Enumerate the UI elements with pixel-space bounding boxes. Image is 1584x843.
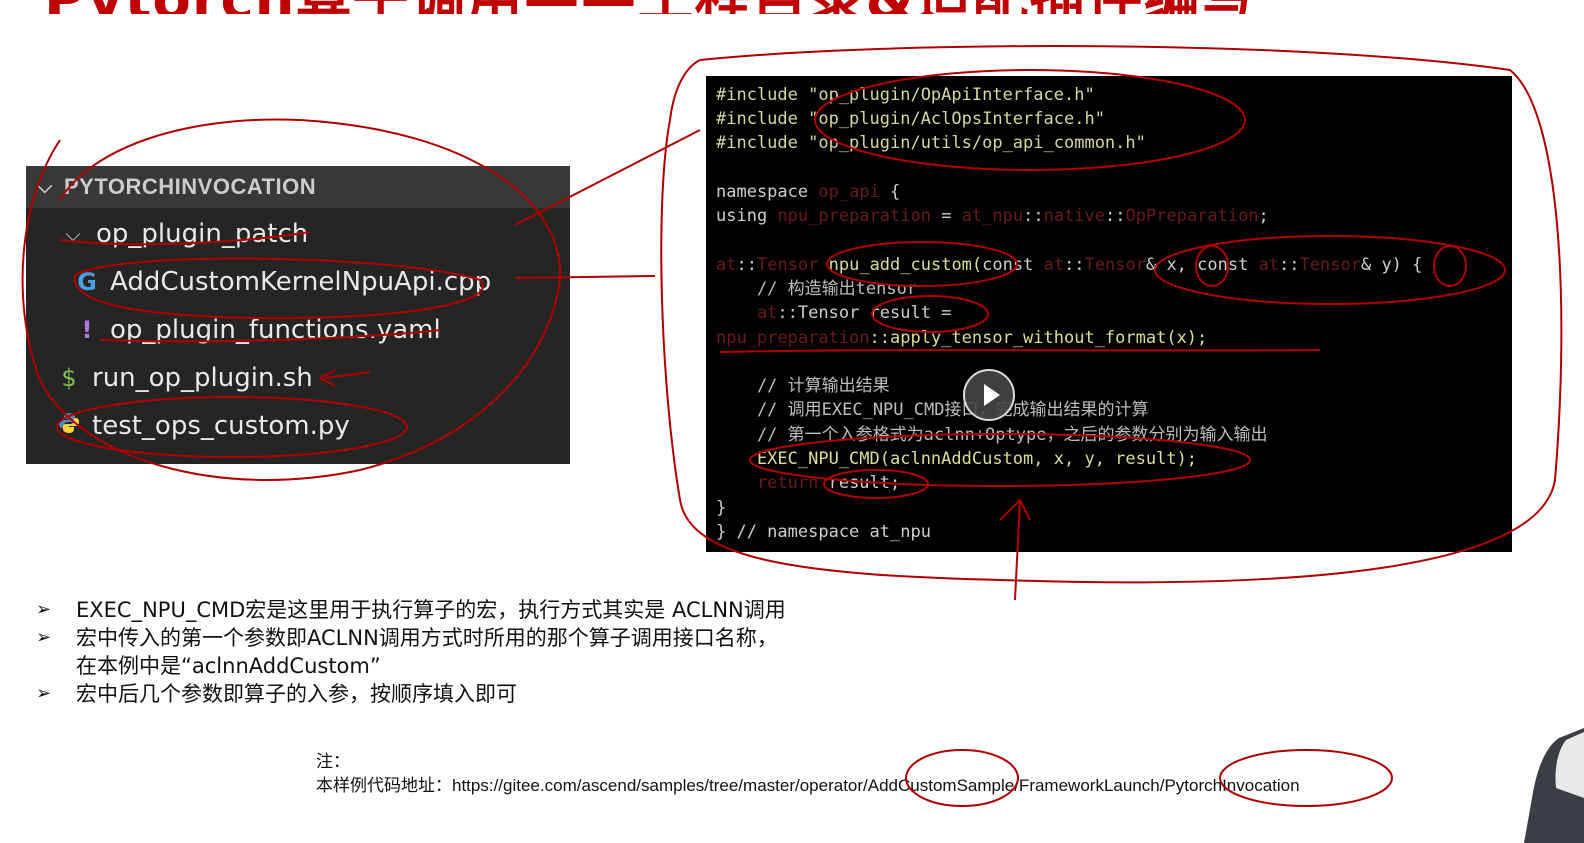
code-line-namespace: namespace op_api { [716,181,900,203]
source-link[interactable]: https://gitee.com/ascend/samples/tree/ma… [452,776,1300,795]
code-line-comment-3: // 调用EXEC_NPU_CMD接口，完成输出结果的计算 [716,400,1149,420]
yaml-file-icon: ! [81,316,93,344]
code-token: { [879,182,901,202]
code-token: op_api [818,182,880,202]
shell-file-icon: $ [61,364,77,392]
code-token: result; [818,473,901,493]
code-token: ; [1258,206,1269,226]
code-token: ::Tensor result = [777,303,952,323]
code-token: npu_add_custom( [818,255,983,275]
chevron-down-icon: ⌵ [65,222,81,246]
code-line-exec: EXEC_NPU_CMD(aclnnAddCustom, x, y, resul… [716,449,1198,469]
code-token: using [716,206,778,226]
explorer-header[interactable]: ⌵ PYTORCHINVOCATION [26,166,570,208]
code-token: npu_preparation [716,328,870,348]
code-line-using: using npu_preparation = at_npu::native::… [716,205,1269,227]
tree-item-label: AddCustomKernelNpuApi.cpp [110,267,492,297]
code-token: return [716,473,819,493]
code-line-comment-2: // 计算输出结果 [716,376,890,396]
code-token: namespace [716,182,819,202]
code-token: Tensor [1084,255,1146,275]
presenter-image [1524,728,1584,843]
code-token: at [716,255,737,275]
code-line-close-namespace: } // namespace at_npu [716,522,931,542]
code-line-comment-4: // 第一个入参格式为aclnn+Optype，之后的参数分别为输入输出 [716,425,1268,445]
file-explorer: ⌵ PYTORCHINVOCATION ⌵ op_plugin_patch G … [26,166,570,464]
code-token: :: [1023,206,1044,226]
code-token: & y) { [1360,255,1423,275]
tree-item-label: run_op_plugin.sh [92,363,313,393]
note-label: 注： [316,752,350,772]
source-note: 注： 本样例代码地址：https://gitee.com/ascend/samp… [316,750,1300,798]
code-token: Tensor [756,255,819,275]
note-prefix: 本样例代码地址： [316,776,452,796]
code-token: const [1197,255,1259,275]
tree-item-label: test_ops_custom.py [92,411,350,441]
explorer-header-label: PYTORCHINVOCATION [64,174,317,199]
note-line: 本样例代码地址：https://gitee.com/ascend/samples… [316,774,1300,798]
arrow-bullet-icon: ➢ [36,627,52,648]
code-token: at [1258,255,1280,275]
tree-item-op-plugin-patch[interactable]: ⌵ op_plugin_patch [58,212,308,256]
bullet-item: ➢ EXEC_NPU_CMD宏是这里用于执行算子的宏，执行方式其实是 ACLNN… [36,596,796,624]
code-line-apply: npu_preparation::apply_tensor_without_fo… [716,327,1207,349]
bullet-item: ➢ 宏中后几个参数即算子的入参，按顺序填入即可 [36,680,796,708]
code-token: :: [1105,206,1126,226]
code-line-close-brace: } [716,498,727,518]
code-token: npu_preparation [777,206,931,226]
tree-item-addcustomkernel[interactable]: G AddCustomKernelNpuApi.cpp [72,260,491,304]
code-line-comment-1: // 构造输出tensor [716,279,918,299]
code-token: :: [736,255,757,275]
code-token: = [930,206,962,226]
code-token: OpPreparation [1125,206,1259,226]
code-token: at_npu [961,206,1024,226]
code-line-signature: at::Tensor npu_add_custom(const at::Tens… [716,254,1422,276]
chevron-down-icon: ⌵ [37,175,53,198]
code-token: & x, [1145,255,1198,275]
arrow-bullet-icon: ➢ [36,599,52,620]
code-token: :: [1064,255,1085,275]
code-line-return: return result; [716,472,900,494]
code-token: ::apply_tensor_without_format(x); [869,328,1208,348]
bullet-text: 宏中传入的第一个参数即ACLNN调用方式时所用的那个算子调用接口名称，在本例中是… [76,626,778,678]
tree-item-test-ops-custom[interactable]: test_ops_custom.py [54,404,350,448]
bullet-list: ➢ EXEC_NPU_CMD宏是这里用于执行算子的宏，执行方式其实是 ACLNN… [36,596,796,708]
slide-title-strip: Pytorch算子调用——工程目录&适配插件编写 [0,0,1584,14]
bullet-item: ➢ 宏中传入的第一个参数即ACLNN调用方式时所用的那个算子调用接口名称，在本例… [36,624,796,680]
code-token: const [982,255,1044,275]
code-token: native [1043,206,1105,226]
tree-item-run-op-plugin[interactable]: $ run_op_plugin.sh [54,356,313,400]
slide-title: Pytorch算子调用——工程目录&适配插件编写 [44,0,1257,14]
code-token: at [716,303,778,323]
code-line-include-3: #include "op_plugin/utils/op_api_common.… [716,133,1146,153]
code-line-include-1: #include "op_plugin/OpApiInterface.h" [716,85,1095,105]
bullet-text: 宏中后几个参数即算子的入参，按顺序填入即可 [76,682,517,706]
code-panel: #include "op_plugin/OpApiInterface.h" #i… [706,76,1512,552]
python-file-icon [54,412,84,440]
cpp-file-icon: G [77,268,97,296]
code-token: Tensor [1299,255,1361,275]
arrow-bullet-icon: ➢ [36,683,52,704]
tree-item-label: op_plugin_functions.yaml [110,315,441,345]
code-line-result: at::Tensor result = [716,302,951,324]
code-token: at [1043,255,1065,275]
play-button[interactable] [963,369,1015,421]
tree-item-label: op_plugin_patch [96,219,309,249]
code-token: :: [1279,255,1300,275]
code-line-include-2: #include "op_plugin/AclOpsInterface.h" [716,109,1105,129]
tree-item-op-plugin-functions[interactable]: ! op_plugin_functions.yaml [72,308,441,352]
bullet-text: EXEC_NPU_CMD宏是这里用于执行算子的宏，执行方式其实是 ACLNN调用 [76,598,786,622]
